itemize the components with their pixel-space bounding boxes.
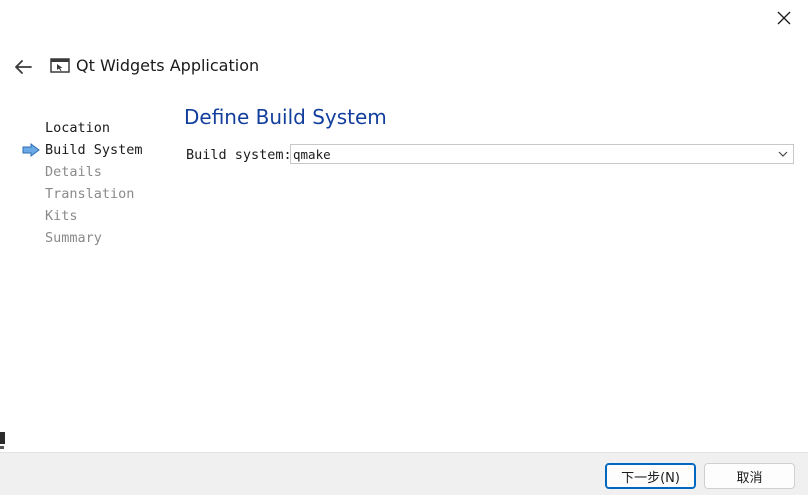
step-label: Build System	[45, 142, 143, 158]
current-step-arrow-icon	[22, 143, 40, 157]
build-system-select[interactable]: qmake	[290, 144, 794, 164]
cancel-button[interactable]: 取消	[704, 463, 795, 489]
window-title: Qt Widgets Application	[76, 56, 260, 75]
back-button[interactable]	[10, 56, 36, 78]
build-system-label: Build system:	[186, 147, 292, 163]
chevron-down-icon	[778, 151, 788, 157]
page-title: Define Build System	[184, 105, 387, 129]
step-details: Details	[22, 163, 172, 185]
step-label: Kits	[45, 208, 78, 224]
wizard-steps: Location Build System Details Translatio…	[22, 119, 172, 251]
step-label: Details	[45, 164, 102, 180]
arrow-left-icon	[15, 60, 32, 74]
step-label: Summary	[45, 230, 102, 246]
close-icon	[777, 11, 791, 25]
close-button[interactable]	[770, 6, 798, 30]
step-label: Translation	[45, 186, 135, 202]
step-label: Location	[45, 120, 111, 136]
step-build-system: Build System	[22, 141, 172, 163]
step-summary: Summary	[22, 229, 172, 251]
next-button[interactable]: 下一步(N)	[605, 463, 696, 489]
app-window-icon	[50, 58, 70, 73]
step-kits: Kits	[22, 207, 172, 229]
build-system-value: qmake	[293, 146, 331, 162]
wizard-footer: 下一步(N) 取消	[0, 452, 808, 495]
step-location: Location	[22, 119, 172, 141]
step-translation: Translation	[22, 185, 172, 207]
